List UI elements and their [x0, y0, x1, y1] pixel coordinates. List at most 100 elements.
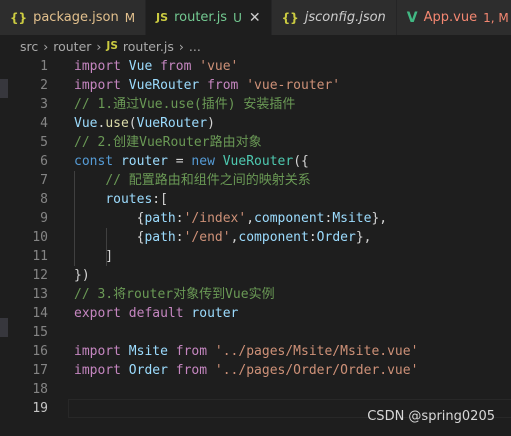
line-number: 2: [40, 78, 48, 93]
code-line[interactable]: 2 import VueRouter from 'vue-router': [0, 76, 511, 95]
line-number: 7: [40, 173, 48, 188]
code-text: // 3.将router对象传到Vue实例: [74, 285, 275, 304]
code-token: routes: [105, 192, 153, 207]
code-token: import: [74, 78, 121, 93]
code-line[interactable]: 11 ]: [0, 247, 511, 266]
code-editor[interactable]: 1 import Vue from 'vue' 2 import VueRouter …: [0, 57, 511, 436]
code-token: import: [74, 363, 121, 378]
code-text: // 1.通过Vue.use(插件) 安装插件: [74, 95, 295, 114]
code-line[interactable]: 10 {path:'/end',component:Order},: [0, 228, 511, 247]
code-token: Order: [316, 230, 356, 245]
code-token: '../pages/Order/Order.vue': [214, 363, 419, 378]
json-file-icon: {}: [281, 10, 299, 25]
code-token: use: [105, 116, 129, 131]
js-file-icon: JS: [156, 11, 169, 24]
tab-title: package.json: [33, 10, 119, 25]
code-line[interactable]: 9 {path:'/index',component:Msite},: [0, 209, 511, 228]
code-token: VueRouter: [128, 78, 200, 93]
tab-app-vue[interactable]: V App.vue 1, M: [396, 0, 511, 35]
line-number: 3: [40, 97, 48, 112]
close-icon[interactable]: ✕: [249, 10, 261, 26]
code-token: // 3.将router对象传到Vue实例: [74, 287, 275, 302]
tab-jsconfig-json[interactable]: {} jsconfig.json: [271, 0, 397, 35]
code-text: import Vue from 'vue': [74, 57, 238, 76]
code-token: router: [191, 306, 239, 321]
code-token: (: [128, 116, 137, 131]
code-token: from: [175, 344, 208, 359]
code-token: ]: [74, 249, 114, 264]
code-token: // 1.通过Vue.use(插件) 安装插件: [74, 97, 296, 112]
breadcrumb-symbols[interactable]: ...: [189, 39, 201, 54]
code-token: path: [144, 211, 176, 226]
code-token: ({: [293, 154, 309, 169]
code-token: component: [238, 230, 309, 245]
code-line[interactable]: 5 // 2.创建VueRouter路由对象: [0, 133, 511, 152]
line-number: 12: [32, 268, 48, 283]
code-token: Order: [128, 363, 168, 378]
code-line[interactable]: 16 import Msite from '../pages/Msite/Msit…: [0, 342, 511, 361]
problems-badge: 1, M: [483, 10, 509, 25]
tab-router-js[interactable]: JS router.js U ✕: [146, 0, 272, 35]
code-token: router: [120, 154, 168, 169]
code-token: default: [128, 306, 184, 321]
code-token: export: [74, 306, 121, 321]
code-line[interactable]: 1 import Vue from 'vue': [0, 57, 511, 76]
code-line[interactable]: 6 const router = new VueRouter({: [0, 152, 511, 171]
line-number: 4: [40, 116, 48, 131]
code-token: const: [74, 154, 114, 169]
code-token: '/index': [183, 211, 247, 226]
line-number: 13: [32, 287, 48, 302]
code-token: component: [254, 211, 325, 226]
code-token: }): [74, 268, 90, 283]
code-line[interactable]: 17 import Order from '../pages/Order/Orde…: [0, 361, 511, 380]
code-line[interactable]: 4 Vue.use(VueRouter): [0, 114, 511, 133]
line-number: 10: [32, 230, 48, 245]
tab-title: jsconfig.json: [304, 10, 386, 25]
code-text: }): [74, 266, 90, 285]
code-token: Vue: [128, 59, 153, 74]
line-number: 11: [32, 249, 48, 264]
code-text: // 2.创建VueRouter路由对象: [74, 133, 262, 152]
line-number: 5: [40, 135, 48, 150]
watermark: CSDN @spring0205: [367, 409, 495, 424]
code-token: Vue: [74, 116, 98, 131]
line-number: 15: [32, 325, 48, 340]
code-text: export default router: [74, 304, 238, 323]
breadcrumb-router[interactable]: router: [53, 39, 91, 54]
breadcrumb-file[interactable]: router.js: [123, 39, 174, 54]
code-text: import VueRouter from 'vue-router': [74, 76, 340, 95]
breadcrumb-src[interactable]: src: [20, 39, 38, 54]
code-line[interactable]: 7 // 配置路由和组件之间的映射关系: [0, 171, 511, 190]
code-line[interactable]: 12}): [0, 266, 511, 285]
code-line[interactable]: 15: [0, 323, 511, 342]
code-line[interactable]: 18: [0, 380, 511, 399]
breadcrumb: src › router › JS router.js › ...: [0, 35, 511, 57]
tab-package-json[interactable]: {} package.json M: [0, 0, 147, 35]
line-number: 1: [40, 59, 48, 74]
code-line[interactable]: 13 // 3.将router对象传到Vue实例: [0, 285, 511, 304]
code-token: ,: [246, 211, 255, 226]
code-line[interactable]: 8 routes:[: [0, 190, 511, 209]
code-token: :: [308, 230, 317, 245]
code-token: :[: [152, 192, 168, 207]
chevron-right-icon: ›: [43, 38, 49, 54]
line-number: 16: [32, 344, 48, 359]
code-line[interactable]: 14 export default router: [0, 304, 511, 323]
code-token: import: [74, 344, 121, 359]
code-token: {: [74, 211, 145, 226]
code-token: VueRouter: [222, 154, 294, 169]
code-text: {path:'/end',component:Order},: [74, 228, 372, 247]
line-number: 18: [32, 382, 48, 397]
untracked-badge: U: [233, 10, 242, 25]
js-file-icon: JS: [106, 40, 118, 52]
code-line[interactable]: 3 // 1.通过Vue.use(插件) 安装插件: [0, 95, 511, 114]
vue-file-icon: V: [406, 9, 418, 26]
code-token: from: [175, 363, 208, 378]
